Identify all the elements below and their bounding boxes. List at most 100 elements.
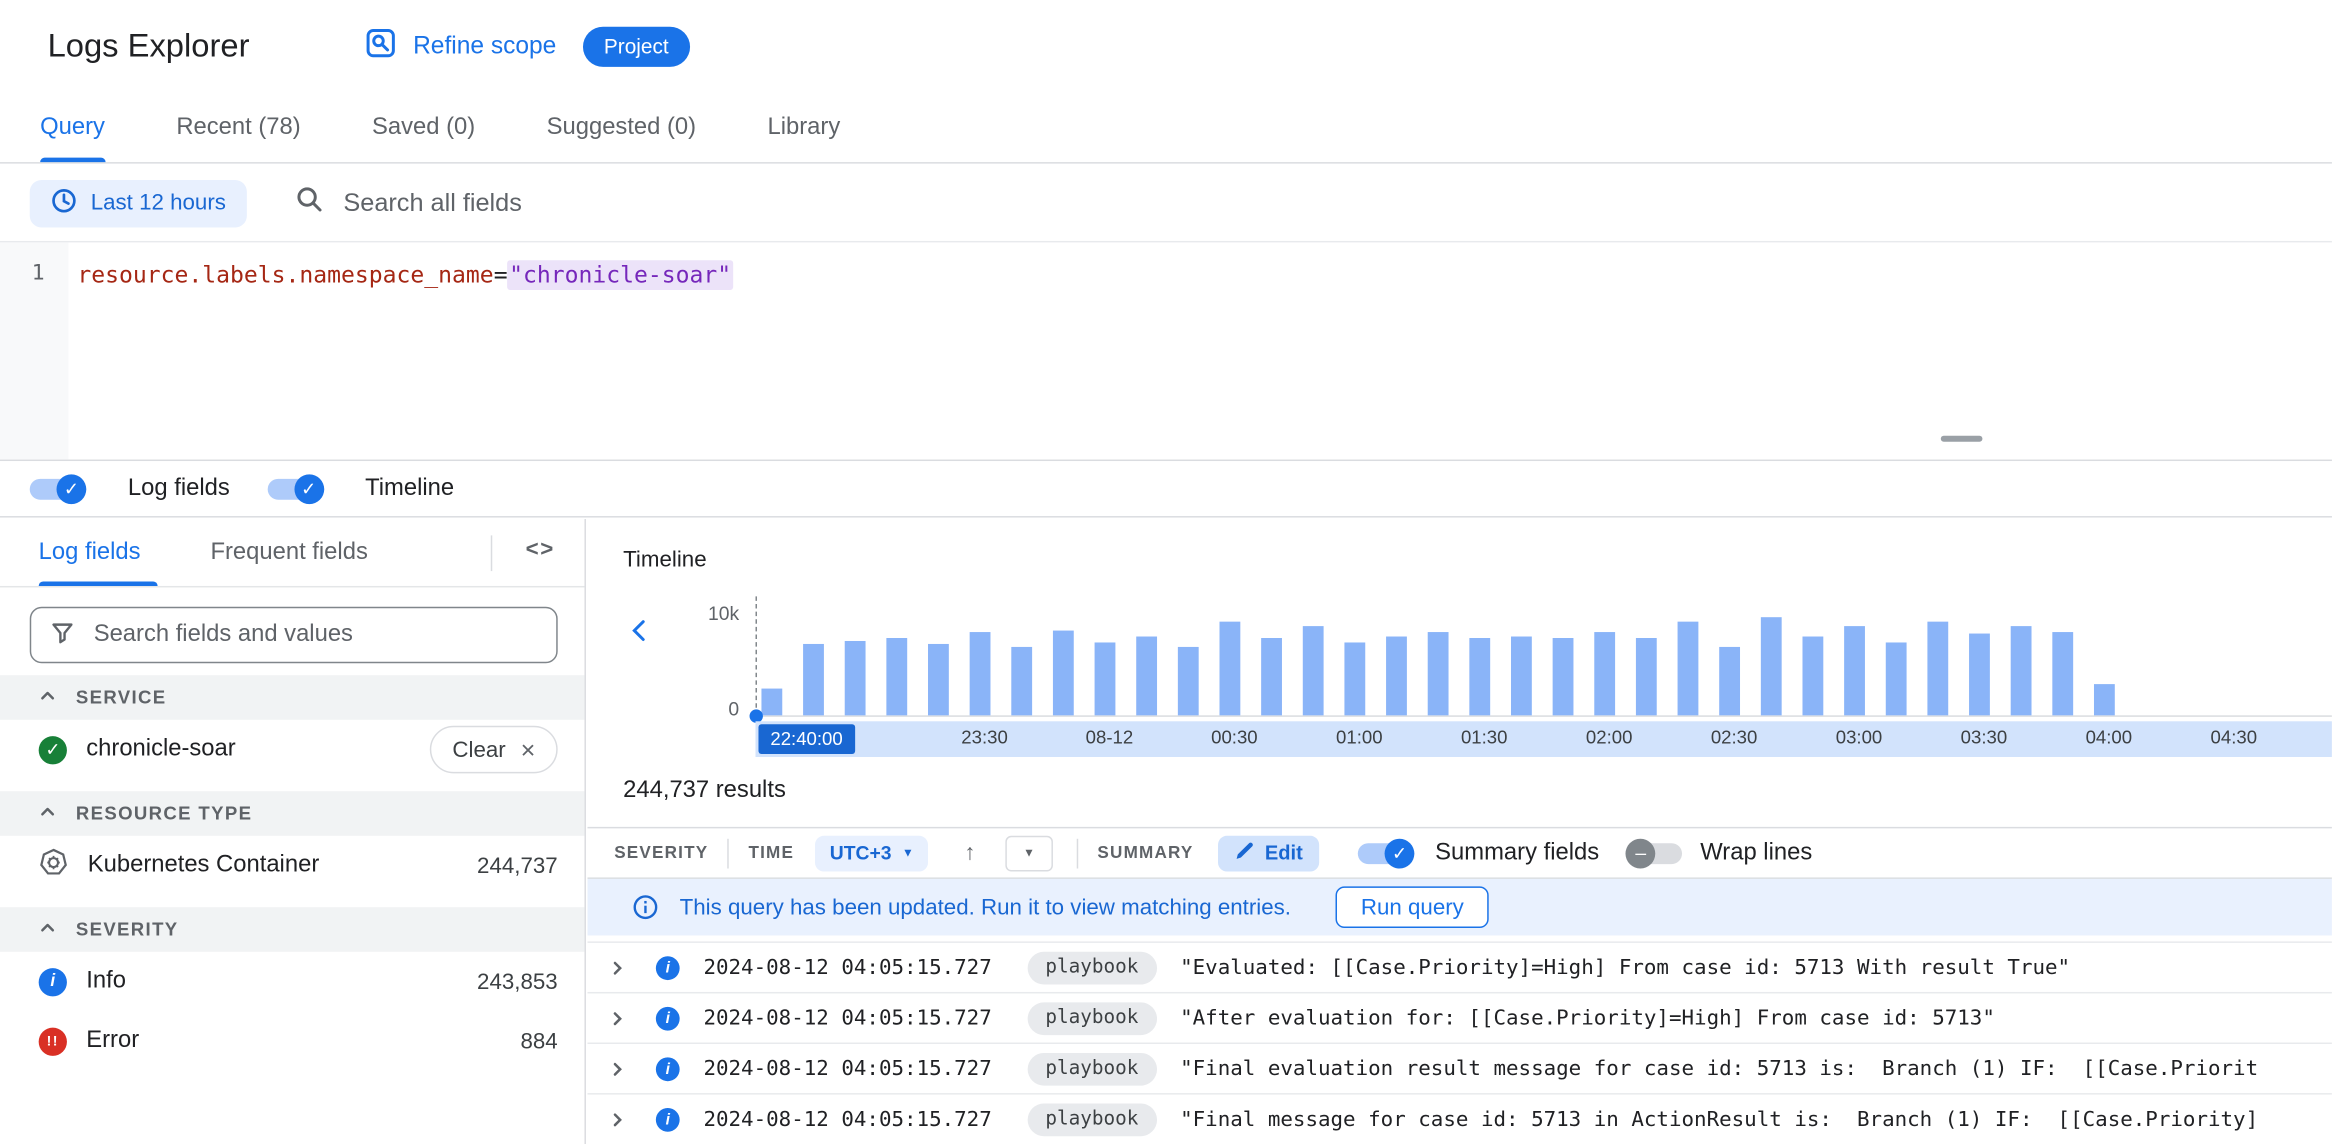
timeline-bar[interactable] xyxy=(1094,642,1116,716)
axis-tick-label: 04:30 xyxy=(2210,727,2258,749)
clear-filter-button[interactable]: Clear × xyxy=(430,725,558,774)
log-label-chip[interactable]: playbook xyxy=(1027,951,1157,984)
tab-library[interactable]: Library xyxy=(767,92,840,162)
timeline-toggle[interactable]: ✓ xyxy=(266,474,324,505)
log-entry-row[interactable]: i 2024-08-12 04:05:15.727 playbook "Eval… xyxy=(587,941,2332,992)
collapse-panel-icon[interactable]: <> xyxy=(526,537,555,562)
timeline-bar[interactable] xyxy=(2093,684,2115,716)
log-message: "Final message for case id: 5713 in Acti… xyxy=(1180,1107,2259,1132)
sidebar-tab-frequent-fields[interactable]: Frequent fields xyxy=(210,539,367,566)
project-scope-badge[interactable]: Project xyxy=(583,26,690,67)
search-all-fields-input[interactable] xyxy=(343,188,2332,218)
summary-fields-toggle[interactable]: ✓ xyxy=(1357,838,1415,868)
timeline-bar[interactable] xyxy=(1635,638,1657,716)
time-column-header: TIME xyxy=(748,843,795,862)
list-item-chronicle-soar[interactable]: ✓ chronicle-soar Clear × xyxy=(0,720,584,779)
timeline-bar[interactable] xyxy=(1177,646,1199,716)
chevron-right-icon[interactable] xyxy=(608,1110,632,1128)
timeline-axis[interactable]: 22:40:00 23:30 08-12 00:30 01:00 01:30 0… xyxy=(755,721,2332,757)
section-header-resource-type[interactable]: RESOURCE TYPE xyxy=(0,791,585,836)
section-header-service[interactable]: SERVICE xyxy=(0,675,585,720)
timeline-title: Timeline xyxy=(623,547,707,573)
log-entry-row[interactable]: i 2024-08-12 04:05:15.727 playbook "Fina… xyxy=(587,1042,2332,1094)
log-label-chip[interactable]: playbook xyxy=(1027,1102,1157,1136)
timeline-bar[interactable] xyxy=(928,643,949,716)
section-header-severity[interactable]: SEVERITY xyxy=(0,907,585,952)
selected-time-chip[interactable]: 22:40:00 xyxy=(758,724,855,755)
wrap-lines-label: Wrap lines xyxy=(1700,839,1813,865)
editor-resize-handle[interactable] xyxy=(1940,435,1983,442)
timezone-select[interactable]: UTC+3 ▼ xyxy=(814,835,929,871)
timeline-bar[interactable] xyxy=(761,688,783,716)
log-entry-row[interactable]: i 2024-08-12 04:05:15.727 playbook "Afte… xyxy=(587,991,2332,1043)
list-item-info[interactable]: i Info 243,853 xyxy=(0,952,584,1011)
timeline-bar[interactable] xyxy=(1927,621,1949,716)
timeline-bar[interactable] xyxy=(1344,642,1366,716)
query-editor[interactable]: 1 resource.labels.namespace_name="chroni… xyxy=(0,240,2332,462)
timeline-bar[interactable] xyxy=(803,643,824,716)
refine-scope-label: Refine scope xyxy=(413,31,557,59)
sort-ascending-icon[interactable]: ↑ xyxy=(964,840,975,865)
log-label-chip[interactable]: playbook xyxy=(1027,1052,1157,1085)
query-expression[interactable]: resource.labels.namespace_name="chronicl… xyxy=(77,260,733,291)
timeline-bar[interactable] xyxy=(1011,646,1033,716)
log-label-chip[interactable]: playbook xyxy=(1027,1001,1157,1035)
timeline-bar[interactable] xyxy=(1677,621,1699,716)
timeline-bar[interactable] xyxy=(1427,632,1449,716)
timeline-bar[interactable] xyxy=(1219,621,1241,716)
timeline-bar[interactable] xyxy=(1594,632,1616,716)
log-fields-panel: Log fields Frequent fields <> SERVICE ✓ … xyxy=(0,519,586,1144)
timeline-bar[interactable] xyxy=(969,632,991,716)
tab-saved[interactable]: Saved (0) xyxy=(372,92,475,162)
time-range-button[interactable]: Last 12 hours xyxy=(29,179,247,227)
chevron-right-icon[interactable] xyxy=(608,959,632,977)
timeline-bar[interactable] xyxy=(2052,632,2074,716)
chevron-left-icon[interactable] xyxy=(626,617,653,651)
sidebar-tab-log-fields[interactable]: Log fields xyxy=(39,539,141,566)
timeline-bar[interactable] xyxy=(1302,626,1324,716)
axis-tick-label: 03:00 xyxy=(1835,727,1883,749)
run-query-button[interactable]: Run query xyxy=(1335,886,1490,929)
timeline-bar[interactable] xyxy=(1969,633,1990,716)
list-item-kubernetes-container[interactable]: Kubernetes Container 244,737 xyxy=(0,836,584,895)
wrap-lines-toggle[interactable]: – xyxy=(1625,838,1683,868)
timeline-bar[interactable] xyxy=(1844,626,1865,716)
log-fields-toggle[interactable]: ✓ xyxy=(29,474,87,505)
timeline-bar[interactable] xyxy=(1510,636,1532,716)
timeline-bar[interactable] xyxy=(1386,636,1407,716)
tab-recent[interactable]: Recent (78) xyxy=(176,92,300,162)
search-icon xyxy=(294,184,324,221)
log-entry-row[interactable]: i 2024-08-12 04:05:15.727 playbook "Fina… xyxy=(587,1093,2332,1144)
list-item-error[interactable]: !! Error 884 xyxy=(0,1011,584,1070)
sidebar-search-input[interactable] xyxy=(93,621,539,649)
timeline-bar[interactable] xyxy=(1052,630,1074,716)
timeline-bar[interactable] xyxy=(1552,638,1574,716)
sidebar-search-box[interactable] xyxy=(29,606,558,664)
timeline-bar[interactable] xyxy=(886,638,908,716)
timeline-bar[interactable] xyxy=(844,640,866,716)
toggle-minus-icon: – xyxy=(1625,838,1656,868)
tab-query[interactable]: Query xyxy=(40,92,105,163)
timeline-chart[interactable] xyxy=(749,596,2332,723)
clock-icon xyxy=(51,187,78,220)
pencil-icon xyxy=(1234,840,1255,865)
kubernetes-icon xyxy=(39,847,69,884)
timeline-bar[interactable] xyxy=(1261,638,1282,716)
timeline-bar[interactable] xyxy=(1469,638,1491,716)
search-all-fields xyxy=(294,184,2332,221)
chevron-right-icon[interactable] xyxy=(608,1060,632,1078)
chevron-right-icon[interactable] xyxy=(608,1009,632,1027)
timeline-bar[interactable] xyxy=(2010,626,2032,716)
chevron-down-icon: ▼ xyxy=(901,846,914,860)
timeline-bar[interactable] xyxy=(1802,636,1824,716)
timeline-bar[interactable] xyxy=(1885,642,1907,716)
timeline-bar[interactable] xyxy=(1719,646,1741,716)
timeline-bar[interactable] xyxy=(1760,617,1782,716)
tab-suggested[interactable]: Suggested (0) xyxy=(547,92,696,162)
refine-scope-button[interactable]: Refine scope xyxy=(363,25,557,68)
timeline-bar[interactable] xyxy=(1136,636,1158,716)
time-jump-dropdown[interactable]: ▼ xyxy=(1005,835,1053,871)
divider xyxy=(1076,838,1079,868)
edit-summary-button[interactable]: Edit xyxy=(1217,835,1320,871)
sidebar-tab-bar: Log fields Frequent fields <> xyxy=(0,519,585,588)
